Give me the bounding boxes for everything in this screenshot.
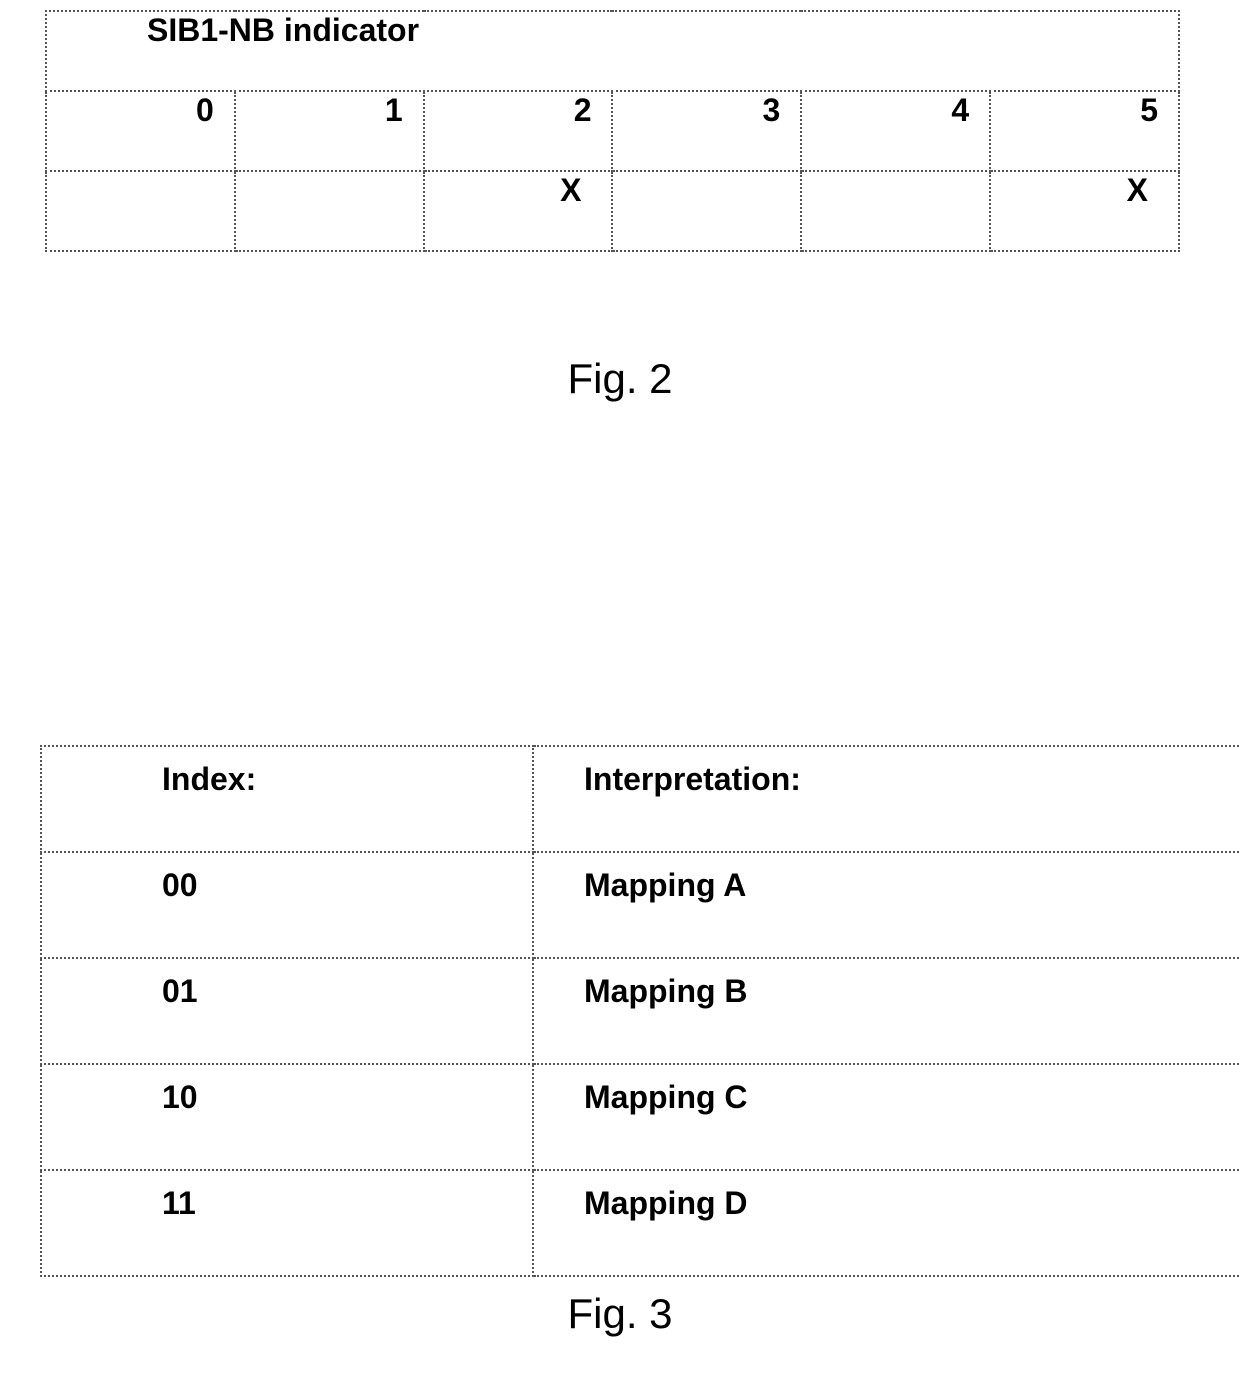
fig2-col-1: 1 xyxy=(235,91,424,171)
fig3-row3-interp: Mapping D xyxy=(533,1170,1240,1276)
page: SIB1-NB indicator 0 1 2 3 4 5 X X Fig. 2… xyxy=(0,0,1240,1397)
fig2-table: SIB1-NB indicator 0 1 2 3 4 5 X X xyxy=(45,10,1180,252)
fig2-col-0: 0 xyxy=(46,91,235,171)
fig3-caption: Fig. 3 xyxy=(0,1290,1240,1338)
fig2-mark-1 xyxy=(235,171,424,251)
fig2-header-cell: SIB1-NB indicator xyxy=(46,11,1179,91)
fig2-mark-2: X xyxy=(424,171,613,251)
fig2-col-4: 4 xyxy=(801,91,990,171)
fig3-table: Index: Interpretation: 00 Mapping A 01 M… xyxy=(40,745,1240,1277)
fig2-mark-3 xyxy=(612,171,801,251)
fig3-row0-index: 00 xyxy=(41,852,533,958)
fig2-col-3: 3 xyxy=(612,91,801,171)
fig3-row2-interp: Mapping C xyxy=(533,1064,1240,1170)
fig2-caption: Fig. 2 xyxy=(0,355,1240,403)
fig2-col-5: 5 xyxy=(990,91,1179,171)
fig3-row1-index: 01 xyxy=(41,958,533,1064)
fig3-row0-interp: Mapping A xyxy=(533,852,1240,958)
fig3-head-interp: Interpretation: xyxy=(533,746,1240,852)
fig2-mark-0 xyxy=(46,171,235,251)
fig2-col-2: 2 xyxy=(424,91,613,171)
fig3-row2-index: 10 xyxy=(41,1064,533,1170)
fig2-mark-4 xyxy=(801,171,990,251)
fig2-mark-5: X xyxy=(990,171,1179,251)
fig3-head-index: Index: xyxy=(41,746,533,852)
fig3-row3-index: 11 xyxy=(41,1170,533,1276)
fig3-row1-interp: Mapping B xyxy=(533,958,1240,1064)
